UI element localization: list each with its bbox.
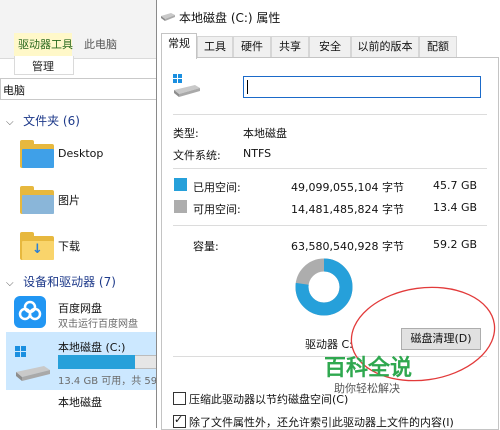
- drive-icon: [14, 344, 52, 384]
- tab-security[interactable]: 安全: [309, 36, 351, 57]
- compress-checkbox[interactable]: [173, 392, 186, 405]
- device-subtitle: 13.4 GB 可用，共 59: [58, 376, 158, 387]
- watermark: 百科全说 助你轻松解决: [310, 350, 436, 402]
- divider: [173, 225, 487, 226]
- capacity-label: 容量:: [193, 240, 219, 253]
- folder-item-label: 下载: [58, 240, 80, 253]
- download-arrow-icon: ↓: [32, 242, 43, 257]
- address-bar[interactable]: 电脑: [0, 78, 160, 100]
- capacity-size: 59.2 GB: [433, 238, 478, 251]
- type-label: 类型:: [173, 127, 199, 140]
- tab-sharing[interactable]: 共享: [271, 36, 309, 57]
- drive-icon: [173, 74, 201, 98]
- drive-icon: [161, 9, 175, 21]
- file-explorer-window: 驱动器工具 此电脑 管理 电脑 ⌵ 文件夹 (6) Desktop 图片 ↓ 下…: [0, 0, 161, 428]
- free-space-size: 13.4 GB: [433, 201, 478, 214]
- drive-name-input[interactable]: [243, 76, 481, 98]
- tab-tools[interactable]: 工具: [197, 36, 233, 57]
- tab-hardware[interactable]: 硬件: [233, 36, 271, 57]
- free-space-swatch: [174, 200, 187, 213]
- tab-general[interactable]: 常规: [161, 33, 197, 59]
- free-space-label: 可用空间:: [193, 203, 241, 216]
- cloud-icon: [14, 296, 46, 328]
- address-text: 电脑: [3, 84, 25, 97]
- folder-pictures-icon: [20, 186, 54, 214]
- device-item-baidu[interactable]: 百度网盘 双击运行百度网盘: [6, 292, 160, 332]
- folder-item-label: Desktop: [58, 147, 104, 160]
- watermark-title: 百科全说: [324, 356, 413, 381]
- folder-item-desktop[interactable]: Desktop: [10, 134, 160, 178]
- folder-item-downloads[interactable]: ↓ 下载: [10, 222, 160, 266]
- manage-tab[interactable]: 管理: [32, 58, 54, 74]
- device-name-next: 本地磁盘: [58, 396, 102, 409]
- divider: [173, 114, 487, 115]
- chevron-down-icon: ⌵: [6, 278, 14, 289]
- used-space-size: 45.7 GB: [433, 179, 478, 192]
- dialog-titlebar[interactable]: 本地磁盘 (C:) 属性: [157, 0, 500, 32]
- used-space-bytes: 49,099,055,104 字节: [291, 181, 404, 194]
- folders-group-toggle[interactable]: ⌵ 文件夹 (6): [6, 112, 80, 129]
- folder-downloads-icon: ↓: [20, 232, 54, 260]
- device-subtitle: 双击运行百度网盘: [58, 319, 138, 330]
- devices-group-header: 设备和驱动器 (7): [23, 275, 116, 289]
- filesystem-value: NTFS: [243, 147, 272, 160]
- watermark-subtitle: 助你轻松解决: [334, 382, 400, 395]
- folders-group-header: 文件夹 (6): [23, 114, 80, 128]
- tab-previous-versions[interactable]: 以前的版本: [351, 36, 419, 57]
- devices-group-toggle[interactable]: ⌵ 设备和驱动器 (7): [6, 273, 116, 290]
- filesystem-label: 文件系统:: [173, 149, 221, 162]
- used-space-label: 已用空间:: [193, 181, 241, 194]
- type-value: 本地磁盘: [243, 127, 287, 140]
- disk-usage-donut: [295, 258, 353, 316]
- disk-usage-fill: [58, 355, 135, 369]
- index-checkbox[interactable]: ✓: [173, 413, 186, 428]
- drive-tools-tab[interactable]: 驱动器工具: [18, 36, 73, 52]
- folder-item-pictures[interactable]: 图片: [10, 178, 160, 222]
- chevron-down-icon: ⌵: [6, 117, 14, 128]
- divider: [173, 168, 487, 169]
- capacity-bytes: 63,580,540,928 字节: [291, 240, 404, 253]
- text-caret: [247, 80, 248, 94]
- tab-quota[interactable]: 配额: [419, 36, 457, 57]
- free-space-bytes: 14,481,485,824 字节: [291, 203, 404, 216]
- folder-item-label: 图片: [58, 194, 80, 207]
- this-pc-tab[interactable]: 此电脑: [84, 36, 117, 52]
- folder-desktop-icon: [20, 140, 54, 168]
- dialog-title: 本地磁盘 (C:) 属性: [179, 11, 281, 25]
- device-name: 本地磁盘 (C:): [58, 341, 126, 354]
- device-name: 百度网盘: [58, 302, 102, 315]
- used-space-swatch: [174, 178, 187, 191]
- checkmark-icon: ✓: [174, 413, 184, 426]
